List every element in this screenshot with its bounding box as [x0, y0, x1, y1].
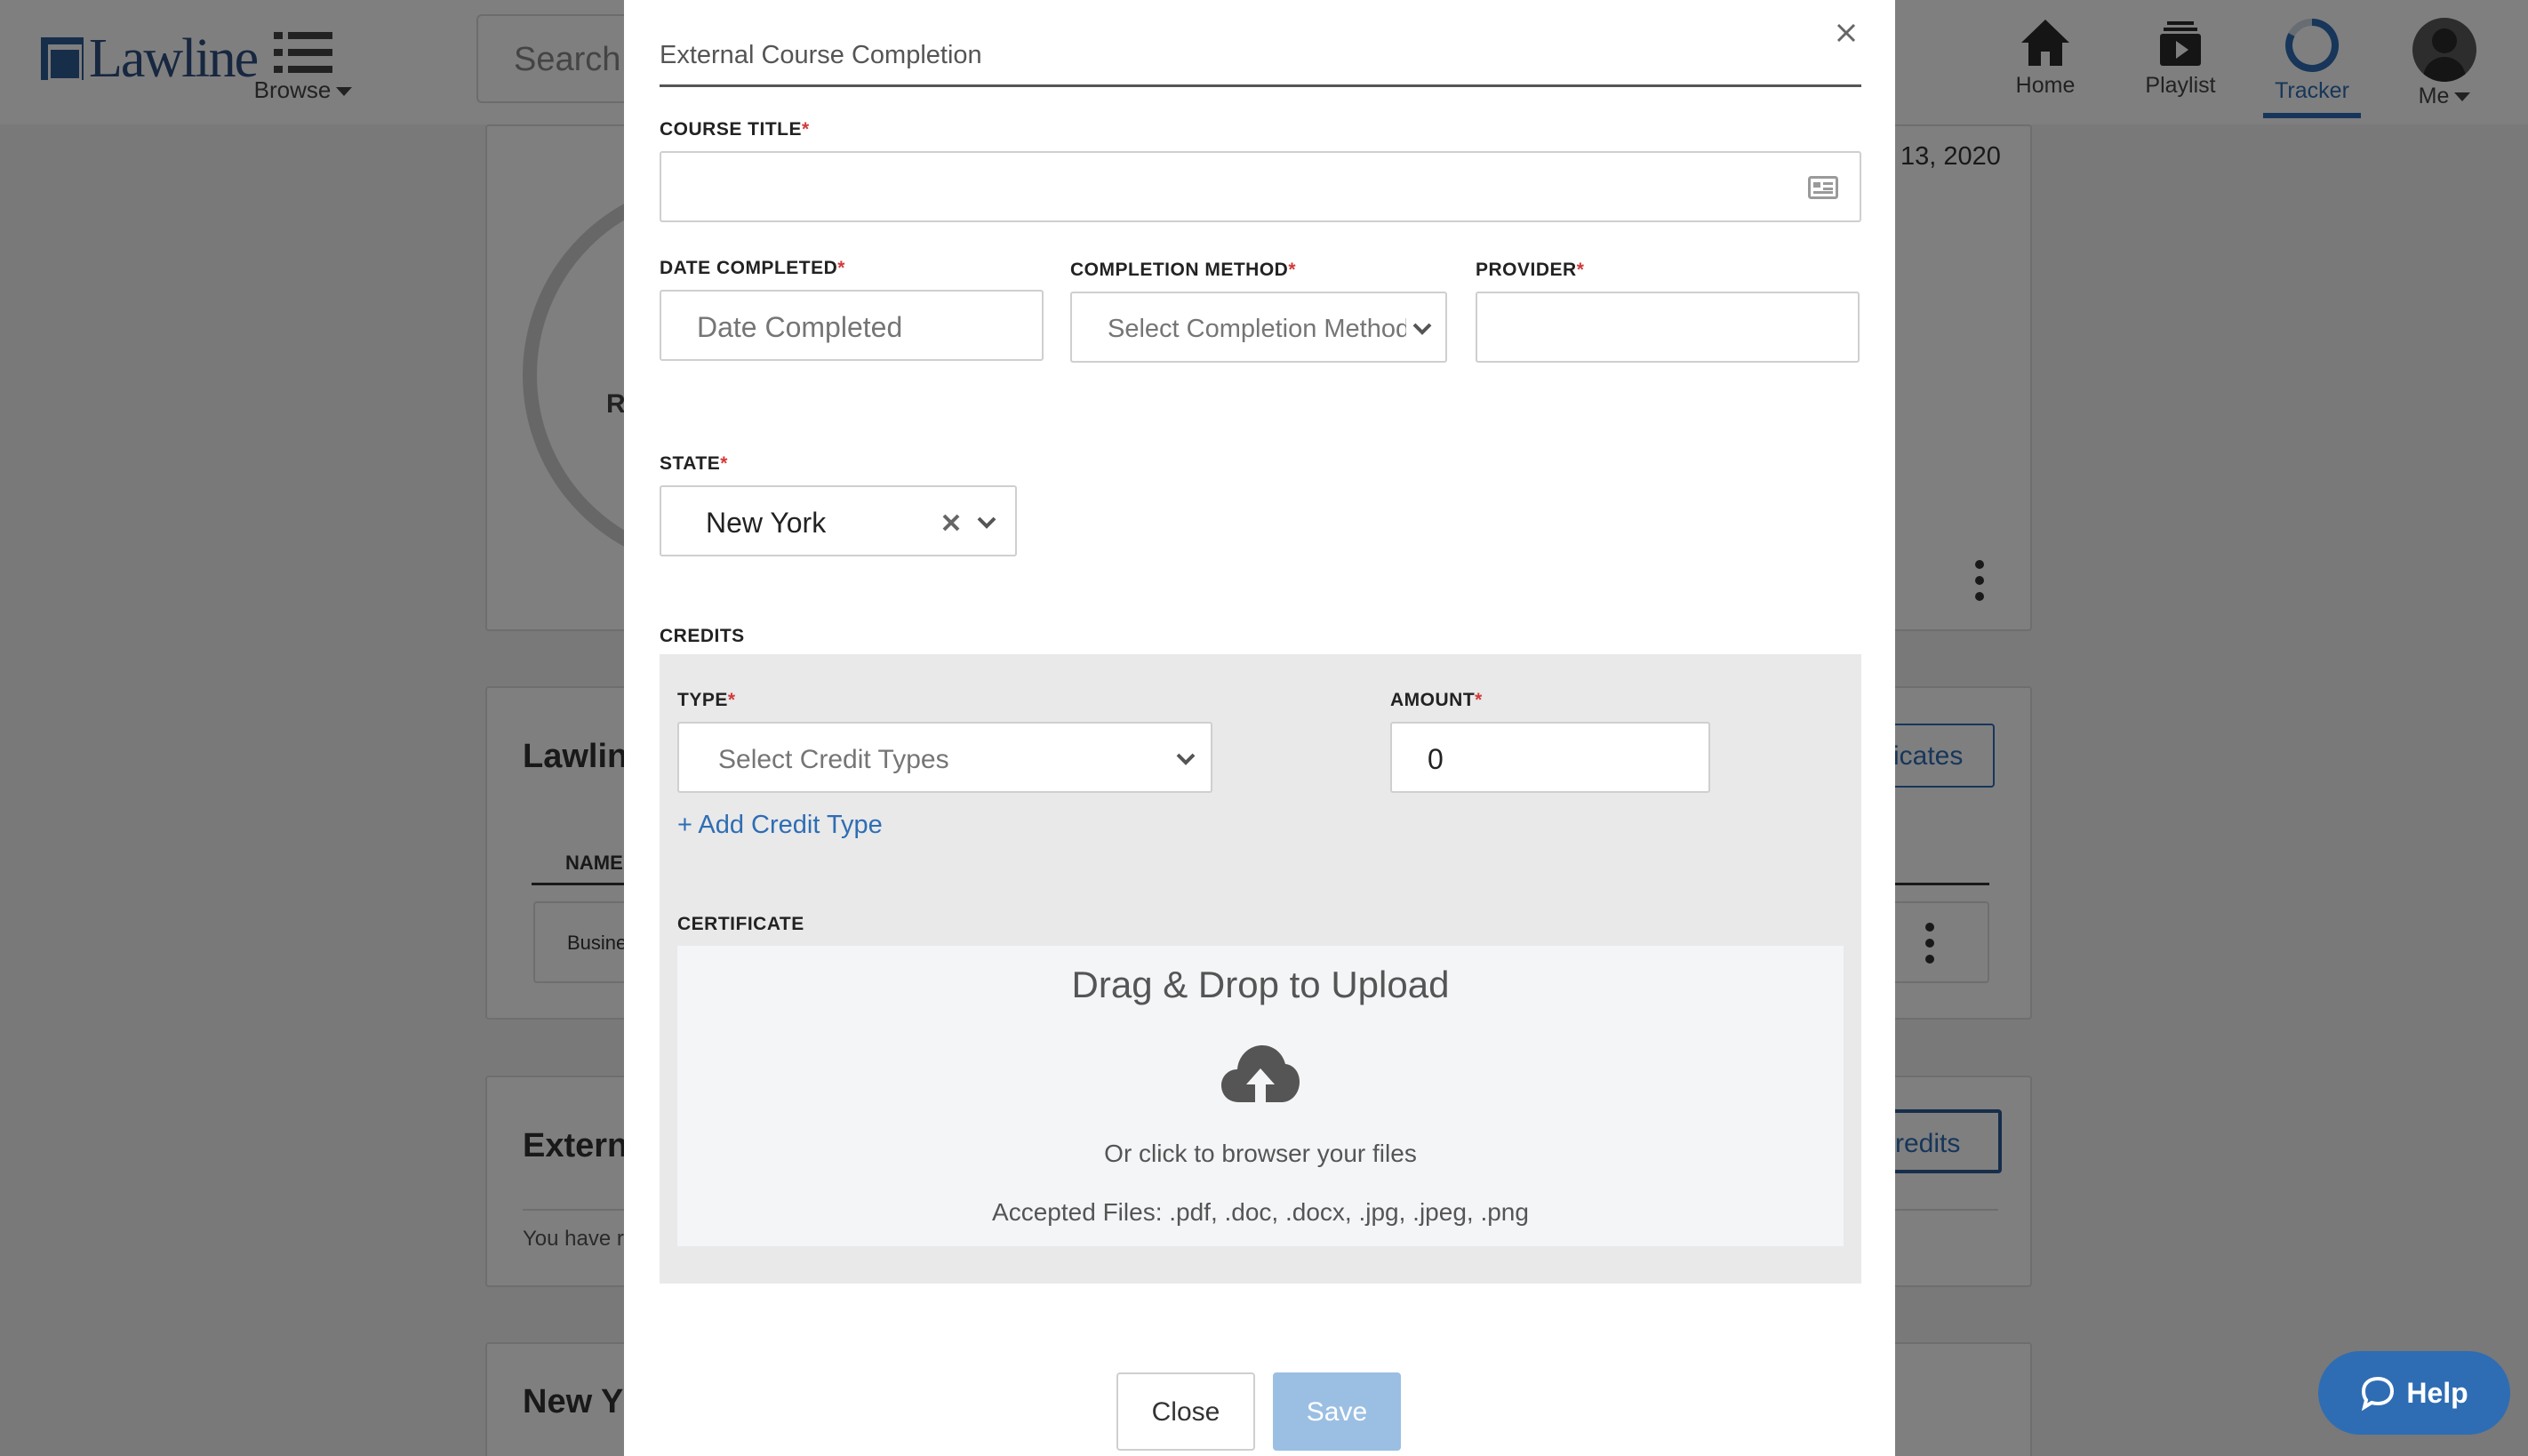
external-course-modal: External Course Completion COURSE TITLE*…: [624, 0, 1895, 1456]
state-select[interactable]: New York: [660, 485, 1017, 556]
completion-method-label: COMPLETION METHOD*: [1070, 260, 1297, 280]
certificate-label: CERTIFICATE: [677, 914, 804, 934]
date-completed-label: DATE COMPLETED*: [660, 258, 845, 278]
state-value: New York: [706, 507, 827, 539]
date-completed-placeholder: Date Completed: [697, 311, 903, 343]
contact-card-icon: [1808, 176, 1838, 199]
course-title-label: COURSE TITLE*: [660, 119, 810, 140]
help-button[interactable]: Help: [2318, 1351, 2510, 1435]
amount-value: 0: [1428, 743, 1444, 775]
modal-title: External Course Completion: [660, 36, 1861, 87]
help-label: Help: [2406, 1376, 2468, 1409]
completion-method-select[interactable]: Select Completion Method: [1070, 292, 1447, 363]
credit-type-select[interactable]: Select Credit Types: [677, 722, 1212, 793]
accepted-files-text: Accepted Files: .pdf, .doc, .docx, .jpg,…: [992, 1198, 1529, 1226]
close-button[interactable]: Close: [1116, 1372, 1255, 1451]
certificate-dropzone[interactable]: Drag & Drop to Upload Or click to browse…: [677, 946, 1844, 1246]
chat-bubble-icon: [2362, 1376, 2395, 1411]
cloud-upload-icon: [1221, 1045, 1300, 1102]
amount-label: AMOUNT*: [1390, 690, 1483, 710]
dropzone-subtext: Or click to browser your files: [1104, 1140, 1417, 1167]
dropzone-title: Drag & Drop to Upload: [1071, 964, 1450, 1005]
add-credit-type-link[interactable]: + Add Credit Type: [677, 811, 883, 840]
state-label: STATE*: [660, 453, 728, 474]
date-completed-input[interactable]: Date Completed: [660, 290, 1044, 361]
chevron-down-icon: [977, 516, 996, 529]
credit-type-label: TYPE*: [677, 690, 736, 710]
credits-label: CREDITS: [660, 626, 745, 646]
save-button[interactable]: Save: [1273, 1372, 1401, 1451]
provider-label: PROVIDER*: [1476, 260, 1585, 280]
course-title-input[interactable]: [660, 151, 1861, 222]
amount-input[interactable]: 0: [1390, 722, 1710, 793]
clear-selection-icon[interactable]: [940, 512, 962, 533]
completion-method-placeholder: Select Completion Method: [1108, 315, 1406, 343]
chevron-down-icon: [1412, 323, 1432, 335]
credit-type-placeholder: Select Credit Types: [718, 745, 949, 774]
credits-section: TYPE* Select Credit Types AMOUNT* 0 + Ad…: [660, 654, 1861, 1284]
provider-input[interactable]: [1476, 292, 1860, 363]
chevron-down-icon: [1176, 753, 1196, 765]
